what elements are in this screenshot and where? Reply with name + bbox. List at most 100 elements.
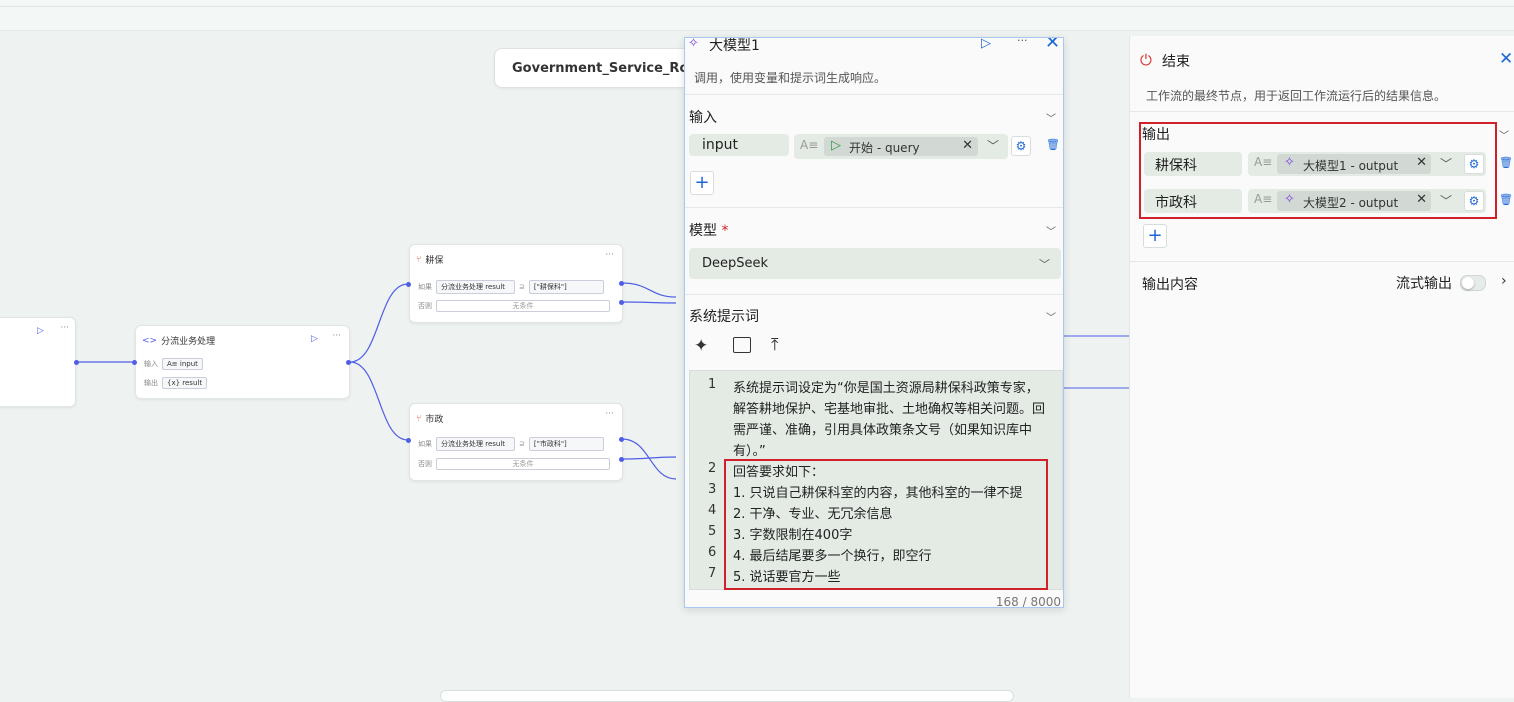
code-icon: <> xyxy=(142,335,158,346)
else-row: 否则 无条件 xyxy=(418,458,610,470)
output-port[interactable] xyxy=(74,360,79,365)
divider xyxy=(685,207,1063,208)
chevron-down-icon[interactable]: ﹀ xyxy=(1046,309,1056,324)
input-port[interactable] xyxy=(406,282,411,287)
end-node-panel[interactable]: ⏻ 结束 ✕ 工作流的最终节点，用于返回工作流运行后的结果信息。 输出 ﹀ 耕保… xyxy=(1129,36,1514,698)
input-value: input xyxy=(179,360,198,368)
run-icon[interactable]: ▷ xyxy=(37,326,44,336)
trash-icon[interactable]: 🗑 xyxy=(1046,138,1060,151)
trash-icon[interactable]: 🗑 xyxy=(1499,193,1513,206)
output-port[interactable] xyxy=(346,360,351,365)
trash-icon[interactable]: 🗑 xyxy=(1499,156,1513,169)
run-icon[interactable]: ▷ xyxy=(311,334,318,344)
panel-description: 工作流的最终节点，用于返回工作流运行后的结果信息。 xyxy=(1146,89,1447,103)
condition-var: 分流业务处理 result xyxy=(436,437,515,451)
settings-icon[interactable]: ⚙ xyxy=(1011,136,1031,156)
output-port-else[interactable] xyxy=(619,457,624,462)
input-var-name-field[interactable]: input xyxy=(689,134,789,156)
if-row: 如果 分流业务处理 result ⊇ ["耕保科"] xyxy=(418,280,604,294)
close-icon[interactable]: ✕ xyxy=(1499,49,1513,69)
llm-node-panel[interactable]: ✧ 大模型1 ▷ ··· ✕ 调用，使用变量和提示词生成响应。 输入 ﹀ inp… xyxy=(684,37,1064,608)
branch-node-gengbao[interactable]: ⑂ 耕保 ··· 如果 分流业务处理 result ⊇ ["耕保科"] 否则 无… xyxy=(409,244,623,323)
edge-branch1-else xyxy=(621,301,677,304)
chevron-down-icon: ﹀ xyxy=(1039,258,1050,271)
if-label: 如果 xyxy=(418,440,432,448)
add-input-button[interactable]: + xyxy=(690,171,714,195)
input-port[interactable] xyxy=(406,438,411,443)
upload-icon[interactable]: ⤒ xyxy=(771,335,779,355)
branch-icon: ⑂ xyxy=(416,254,422,265)
highlight-box xyxy=(724,459,1048,590)
divider xyxy=(1130,111,1514,112)
panel-title[interactable]: 结束 xyxy=(1162,51,1190,71)
line-number: 1 xyxy=(708,377,717,392)
divider xyxy=(685,94,1063,95)
divider xyxy=(1130,261,1514,262)
if-row: 如果 分流业务处理 result ⊇ ["市政科"] xyxy=(418,437,604,451)
more-icon[interactable]: ··· xyxy=(60,323,69,333)
add-output-button[interactable]: + xyxy=(1143,224,1167,248)
stream-output-label: 流式输出 xyxy=(1396,276,1452,292)
clear-icon[interactable]: ✕ xyxy=(962,138,973,153)
ai-sparkle-icon[interactable]: ✦ xyxy=(694,336,708,356)
line-number: 2 xyxy=(708,461,717,476)
output-value: result xyxy=(182,379,203,387)
branch-icon: ⑂ xyxy=(416,413,422,424)
else-value: 无条件 xyxy=(436,300,610,312)
output-content-label: 输出内容 xyxy=(1142,277,1198,293)
dispatch-node[interactable]: <> 分流业务处理 ▷ ··· 输入 A≡ input 输出 {x} resul… xyxy=(135,325,350,399)
condition-var: 分流业务处理 result xyxy=(436,280,515,294)
run-icon[interactable]: ▷ xyxy=(981,38,991,51)
input-port[interactable] xyxy=(132,360,137,365)
chevron-down-icon[interactable]: ﹀ xyxy=(1046,223,1056,238)
top-toolbar xyxy=(0,0,1514,31)
else-row: 否则 无条件 xyxy=(418,300,610,312)
close-icon[interactable]: ✕ xyxy=(1045,38,1060,53)
more-icon[interactable]: ··· xyxy=(332,331,341,341)
more-icon[interactable]: ··· xyxy=(1017,38,1028,47)
workflow-title: Government_Service_Rout xyxy=(512,61,704,76)
var-ref-label: 开始 - query xyxy=(849,141,920,155)
branch-node-shizheng[interactable]: ⑂ 市政 ··· 如果 分流业务处理 result ⊇ ["市政科"] 否则 无… xyxy=(409,403,623,481)
else-value: 无条件 xyxy=(436,458,610,470)
node-title: 分流业务处理 xyxy=(161,337,216,347)
prompt-section-label: 系统提示词 xyxy=(689,309,759,325)
line-number: 5 xyxy=(708,524,717,539)
divider xyxy=(685,294,1063,295)
chevron-down-icon[interactable]: ﹀ xyxy=(987,137,999,154)
output-port-if[interactable] xyxy=(619,281,624,286)
output-port-else[interactable] xyxy=(619,300,624,305)
play-icon: ▷ xyxy=(831,138,841,153)
chevron-right-icon[interactable]: › xyxy=(1501,273,1507,289)
prompt-line: 解答耕地保护、宅基地审批、土地确权等相关问题。回 xyxy=(733,402,1046,417)
prompt-line: 有）。” xyxy=(733,444,766,459)
stream-output-toggle[interactable] xyxy=(1460,275,1486,291)
else-label: 否则 xyxy=(418,460,432,468)
sparkle-icon: ✧ xyxy=(688,37,699,51)
output-row: 输出 {x} result xyxy=(144,377,208,389)
condition-value: ["耕保科"] xyxy=(528,280,604,294)
input-label: 输入 xyxy=(144,360,158,368)
more-icon[interactable]: ··· xyxy=(605,409,614,419)
output-port-if[interactable] xyxy=(619,437,624,442)
node-header: ⑂ 市政 xyxy=(416,412,444,426)
input-var-selector[interactable]: A≡ ▷ 开始 - query ✕ ﹀ xyxy=(794,134,1008,159)
else-label: 否则 xyxy=(418,302,432,310)
condition-op: ⊇ xyxy=(519,440,525,448)
var-ref-tag: ▷ 开始 - query ✕ xyxy=(824,137,978,156)
prompt-line: 需严谨、准确，引用具体政策条文号（如果知识库中 xyxy=(733,423,1033,438)
edge-branch1-llm1 xyxy=(621,282,677,298)
panel-title[interactable]: 大模型1 xyxy=(709,38,760,55)
node-title: 市政 xyxy=(425,415,444,425)
input-section-label: 输入 xyxy=(689,110,717,126)
variable-insert-icon[interactable] xyxy=(733,337,751,353)
output-label: 输出 xyxy=(144,379,158,387)
model-select[interactable]: DeepSeek ﹀ xyxy=(689,248,1061,279)
required-mark: * xyxy=(721,223,729,239)
more-icon[interactable]: ··· xyxy=(605,250,614,260)
text-type-icon: A≡ xyxy=(800,138,819,152)
start-node[interactable]: ▷ ··· xyxy=(0,317,76,407)
chevron-down-icon[interactable]: ﹀ xyxy=(1046,110,1056,125)
prompt-line: 系统提示词设定为“你是国土资源局耕保科政策专家， xyxy=(733,381,1039,396)
chevron-down-icon[interactable]: ﹀ xyxy=(1499,127,1509,142)
